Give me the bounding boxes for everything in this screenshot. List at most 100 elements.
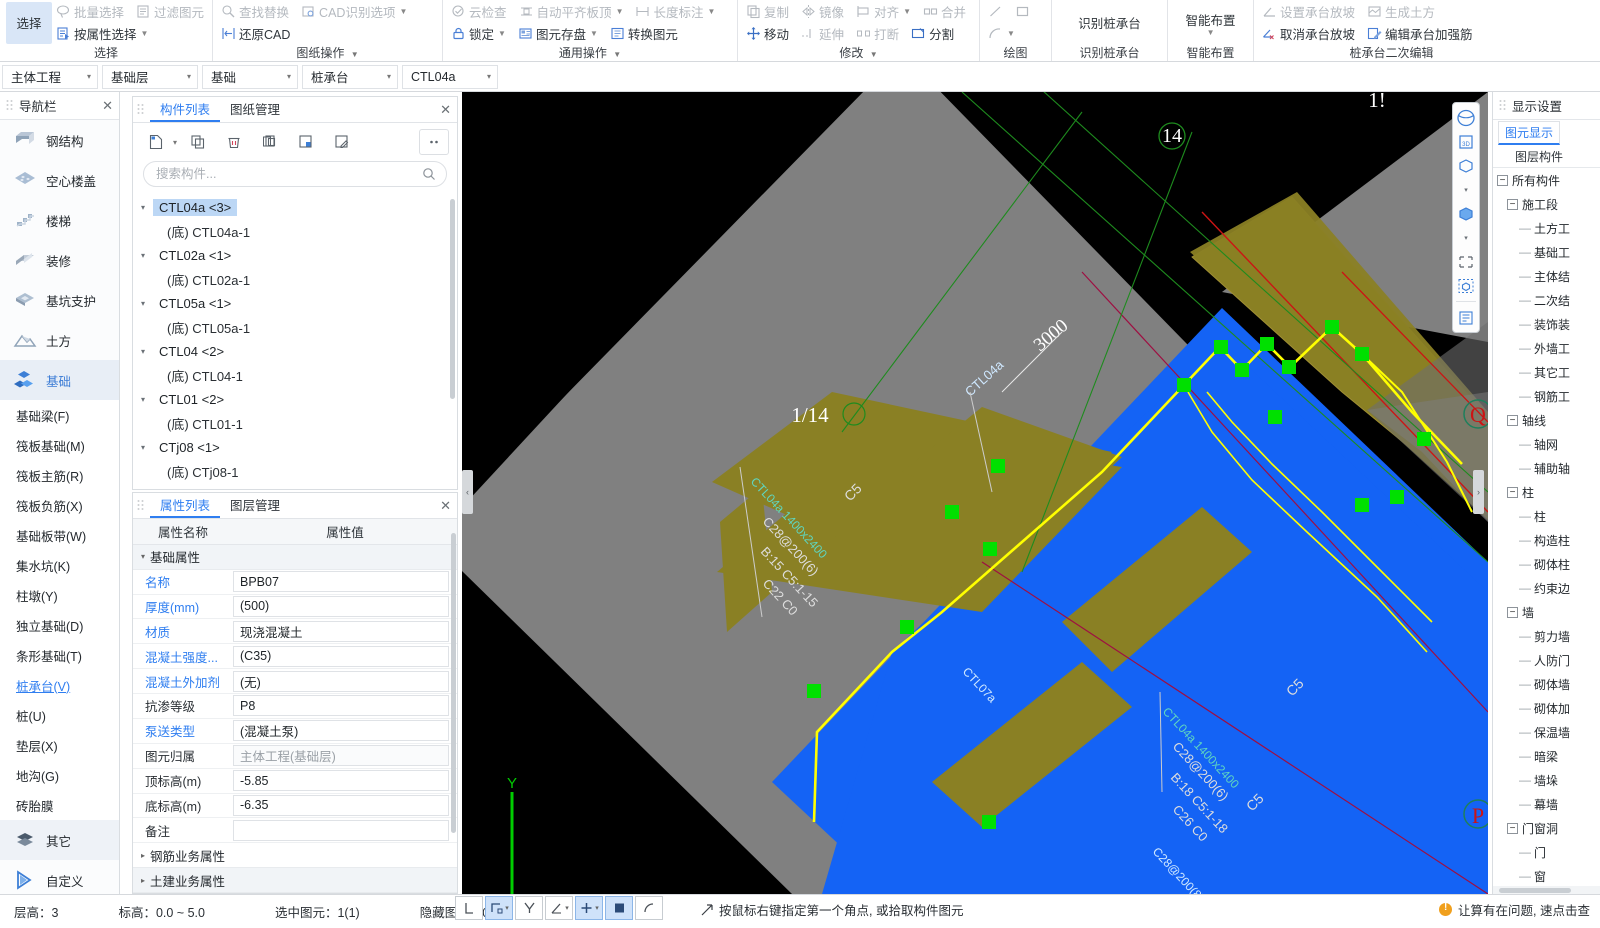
view-isolate-button[interactable] xyxy=(1454,275,1478,296)
collapse-left-panel-button[interactable]: ‹ xyxy=(462,470,473,514)
chevron-down-icon[interactable]: ▾ xyxy=(141,299,153,308)
layer-row-item[interactable]: — 辅助轴 xyxy=(1493,456,1600,480)
drag-grip-icon[interactable] xyxy=(6,99,13,112)
lock-button[interactable]: 锁定 ▼ xyxy=(449,24,508,44)
expand-toolbar-button[interactable] xyxy=(419,129,449,155)
status-warning[interactable]: 让算有在问题, 速点击查 xyxy=(1439,900,1590,919)
align-button[interactable]: 对齐 ▼ xyxy=(854,2,913,22)
tab-property-list[interactable]: 属性列表 xyxy=(150,493,221,518)
sidebar-subitem-foundation-band[interactable]: 基础板带(W) xyxy=(0,520,119,550)
sidebar-subitem-cushion[interactable]: 垫层(X) xyxy=(0,730,119,760)
rect-tool-button[interactable] xyxy=(1013,2,1032,22)
tree-group-row[interactable]: ▾ CTL01 <2> xyxy=(133,387,457,411)
auto-align-slab-button[interactable]: 自动平齐板顶 ▼ xyxy=(517,2,626,22)
tree-child-row[interactable]: (底) CTL01-1 xyxy=(133,411,457,435)
tree-child-row[interactable]: (底) CTL02a-1 xyxy=(133,267,457,291)
edit-cap-rebar-button[interactable]: 编辑承台加强筋 xyxy=(1365,24,1475,44)
smart-layout-button[interactable]: 智能布置 ▼ xyxy=(1178,2,1244,44)
tab-drawing-management[interactable]: 图纸管理 xyxy=(220,97,290,122)
extend-button[interactable]: 延伸 xyxy=(799,24,846,44)
generate-earthwork-button[interactable]: 生成土方 xyxy=(1365,2,1437,22)
tree-group-row[interactable]: ▾ CTL05a <1> xyxy=(133,291,457,315)
sidebar-subitem-foundation-beam[interactable]: 基础梁(F) xyxy=(0,400,119,430)
property-group-civil[interactable]: ▸ 土建业务属性 xyxy=(133,868,457,893)
collapse-box-icon[interactable]: − xyxy=(1507,606,1518,618)
sidebar-subitem-brick-formwork[interactable]: 砖胎膜 xyxy=(0,790,119,820)
sidebar-item-hollow-floor[interactable]: 空心楼盖 xyxy=(0,160,119,200)
drag-grip-icon[interactable] xyxy=(137,499,144,512)
view-box-button[interactable] xyxy=(1454,155,1478,176)
snap-center-button[interactable] xyxy=(605,896,633,920)
collapse-box-icon[interactable]: − xyxy=(1507,486,1518,498)
sidebar-item-foundation[interactable]: 基础 xyxy=(0,360,119,400)
layer-row-item[interactable]: — 其它工 xyxy=(1493,360,1600,384)
layer-tree-hscrollbar[interactable] xyxy=(1493,886,1600,894)
arc-tool-button[interactable]: ▼ xyxy=(986,24,1017,44)
property-value-field[interactable]: (混凝土泵) xyxy=(233,720,449,742)
property-group-rebar[interactable]: ▸ 钢筋业务属性 xyxy=(133,843,457,869)
layer-row-item[interactable]: — 暗梁 xyxy=(1493,744,1600,768)
tree-child-row[interactable]: (底) CTL04-1 xyxy=(133,363,457,387)
layer-row-item[interactable]: — 外墙工 xyxy=(1493,336,1600,360)
sidebar-subitem-isolated-foundation[interactable]: 独立基础(D) xyxy=(0,610,119,640)
snap-tangent-button[interactable] xyxy=(635,896,663,920)
collapse-right-panel-button[interactable]: › xyxy=(1473,470,1484,514)
layer-row-item[interactable]: — 保温墙 xyxy=(1493,720,1600,744)
layer-row-construction-section[interactable]: − 施工段 xyxy=(1493,192,1600,216)
tree-child-row[interactable]: (底) CTL05a-1 xyxy=(133,315,457,339)
recognize-pilecap-button[interactable]: 识别桩承台 xyxy=(1070,2,1149,44)
view-list-button[interactable] xyxy=(1454,307,1478,328)
layer-row-item[interactable]: — 砌体加 xyxy=(1493,696,1600,720)
layer-row-axis[interactable]: − 轴线 xyxy=(1493,408,1600,432)
layer-row-item[interactable]: — 钢筋工 xyxy=(1493,384,1600,408)
sidebar-subitem-pile-cap[interactable]: 桩承台(V) xyxy=(0,670,119,700)
view-3d-button[interactable]: 3D xyxy=(1454,131,1478,152)
sidebar-subitem-sump[interactable]: 集水坑(K) xyxy=(0,550,119,580)
close-icon[interactable]: ✕ xyxy=(102,99,113,112)
layer-row-item[interactable]: — 剪力墙 xyxy=(1493,624,1600,648)
property-panel-scrollbar[interactable] xyxy=(451,533,456,833)
property-value-field[interactable]: -5.85 xyxy=(233,770,449,792)
chevron-down-icon[interactable]: ▾ xyxy=(173,138,177,147)
split-button[interactable]: 分割 xyxy=(909,24,956,44)
snap-extension-button[interactable]: ▾ xyxy=(575,896,603,920)
viewport-canvas[interactable]: 14 1/14 1! Q P 3000 CTL04a CTL04a 1400x2… xyxy=(462,92,1488,894)
breadcrumb-category-select[interactable]: 基础 ▾ xyxy=(202,64,298,89)
solid-view-caret[interactable]: ▾ xyxy=(1454,227,1478,248)
select-by-property-button[interactable]: 按属性选择 ▼ xyxy=(54,24,150,44)
snap-endpoint-button[interactable] xyxy=(455,896,483,920)
duplicate-component-button[interactable] xyxy=(255,129,286,155)
component-search-box[interactable] xyxy=(143,161,447,187)
property-value-field[interactable]: P8 xyxy=(233,695,449,717)
sidebar-subitem-raft-main-rebar[interactable]: 筏板主筋(R) xyxy=(0,460,119,490)
layer-row-wall[interactable]: − 墙 xyxy=(1493,600,1600,624)
layer-row-item[interactable]: — 构造柱 xyxy=(1493,528,1600,552)
layer-row-item[interactable]: — 基础工 xyxy=(1493,240,1600,264)
sidebar-item-earthwork[interactable]: 土方 xyxy=(0,320,119,360)
layer-row-item[interactable]: — 二次结 xyxy=(1493,288,1600,312)
drag-grip-icon[interactable] xyxy=(1499,99,1506,112)
breadcrumb-type-select[interactable]: 桩承台 ▾ xyxy=(302,64,398,89)
chevron-down-icon[interactable]: ▾ xyxy=(141,443,153,452)
3d-viewport[interactable]: 14 1/14 1! Q P 3000 CTL04a CTL04a 1400x2… xyxy=(462,92,1488,894)
breadcrumb-component-select[interactable]: CTL04a ▾ xyxy=(402,64,498,89)
layer-row-column[interactable]: − 柱 xyxy=(1493,480,1600,504)
breadcrumb-floor-select[interactable]: 基础层 ▾ xyxy=(102,64,198,89)
orbit-button[interactable] xyxy=(1454,107,1478,128)
snap-perpendicular-button[interactable]: ▾ xyxy=(545,896,573,920)
set-cap-slope-button[interactable]: 设置承台放坡 xyxy=(1260,2,1357,22)
layer-row-item[interactable]: — 人防门 xyxy=(1493,648,1600,672)
layer-row-item[interactable]: — 约束边 xyxy=(1493,576,1600,600)
sidebar-item-stair[interactable]: 楼梯 xyxy=(0,200,119,240)
move-button[interactable]: 移动 xyxy=(744,24,791,44)
sidebar-item-decoration[interactable]: 装修 xyxy=(0,240,119,280)
mirror-button[interactable]: 镜像 xyxy=(799,2,846,22)
search-input[interactable] xyxy=(154,166,422,182)
property-value-field[interactable]: (500) xyxy=(233,595,449,617)
layer-row-item[interactable]: — 墙垛 xyxy=(1493,768,1600,792)
property-value-field[interactable]: (无) xyxy=(233,670,449,692)
chevron-down-icon[interactable]: ▾ xyxy=(141,347,153,356)
layer-row-item[interactable]: — 轴网 xyxy=(1493,432,1600,456)
layer-row-item[interactable]: — 窗 xyxy=(1493,864,1600,886)
layer-row-item[interactable]: — 幕墙 xyxy=(1493,792,1600,816)
